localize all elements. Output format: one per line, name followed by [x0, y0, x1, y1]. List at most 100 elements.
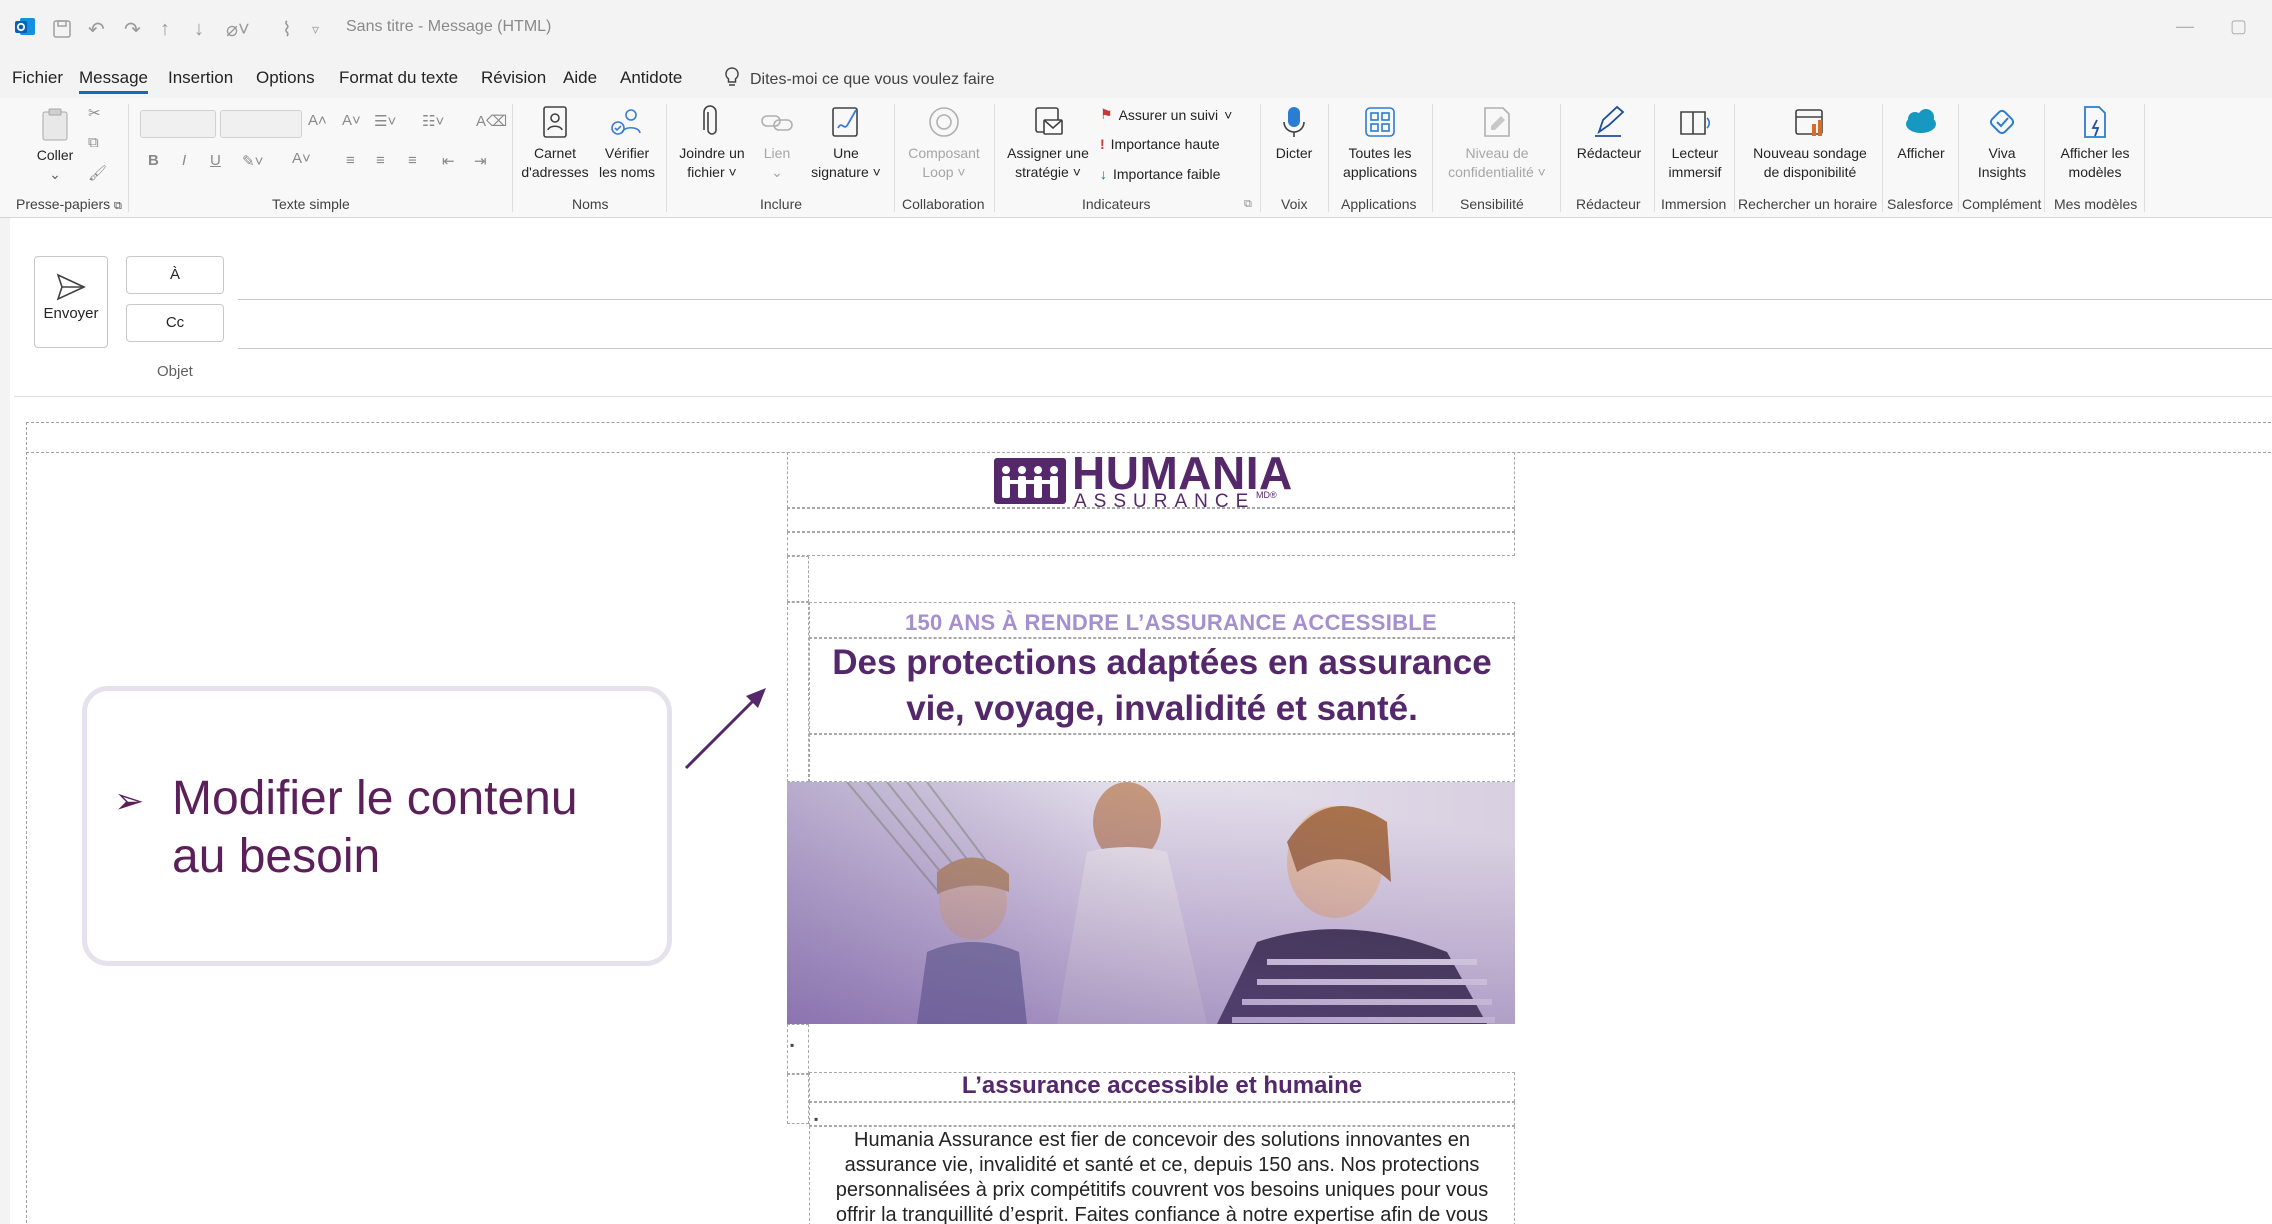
align-left-icon[interactable]: ≡ — [346, 152, 355, 169]
format-painter-icon[interactable]: 🖌 — [88, 164, 107, 182]
tags-dialog-launcher-icon[interactable]: ⧉ — [1244, 198, 1252, 211]
signature-icon — [832, 107, 858, 137]
tab-options[interactable]: Options — [256, 68, 315, 88]
paperclip-icon[interactable]: ⌇ — [282, 16, 292, 42]
tab-revision[interactable]: Révision — [481, 68, 546, 88]
group-label-tags: Indicateurs — [1082, 196, 1151, 212]
attach-dropdown-icon[interactable]: ⌀˅ — [226, 16, 250, 42]
loop-component-button[interactable]: Composant Loop ˅ — [900, 104, 988, 182]
check-names-button[interactable]: Vérifier les noms — [592, 104, 662, 182]
tab-insertion[interactable]: Insertion — [168, 68, 233, 88]
undo-icon[interactable]: ↶ — [88, 16, 105, 42]
paperclip-icon — [703, 105, 717, 135]
bold-icon[interactable]: B — [148, 152, 159, 169]
loop-icon — [929, 107, 959, 137]
copy-icon[interactable]: ⧉ — [88, 134, 99, 151]
paste-chevron-icon: ⌄ — [49, 166, 61, 182]
numbering-icon[interactable]: ☷˅ — [422, 112, 444, 130]
sensitivity-button[interactable]: Niveau de confidentialité ˅ — [1438, 104, 1556, 182]
group-label-voice: Voix — [1281, 196, 1308, 212]
tab-message[interactable]: Message — [79, 68, 148, 94]
to-button[interactable]: À — [126, 256, 224, 294]
underline-icon[interactable]: U — [210, 152, 221, 169]
send-label: Envoyer — [43, 305, 99, 322]
tab-antidote[interactable]: Antidote — [620, 68, 682, 88]
decrease-indent-icon[interactable]: ⇤ — [442, 152, 455, 170]
outlook-logo-icon — [14, 14, 36, 40]
humania-logo-mark-icon — [994, 458, 1066, 504]
group-label-basic-text: Texte simple — [272, 196, 350, 212]
grow-font-icon[interactable]: A˄ — [308, 112, 327, 129]
spacer-cell — [787, 1074, 809, 1124]
tell-me-search[interactable]: Dites-moi ce que vous voulez faire — [724, 67, 995, 92]
maximize-icon[interactable]: ▢ — [2230, 16, 2247, 37]
scheduling-poll-button[interactable]: Nouveau sondage de disponibilité — [1740, 104, 1880, 182]
to-field[interactable] — [238, 299, 2272, 300]
redo-icon[interactable]: ↷ — [124, 16, 141, 42]
address-book-button[interactable]: Carnet d'adresses — [518, 104, 592, 182]
instruction-callout-text: Modifier le contenu au besoin — [172, 772, 578, 883]
customize-toolbar-icon[interactable]: ▿ — [312, 16, 319, 42]
view-templates-button[interactable]: Afficher les modèles — [2048, 104, 2142, 182]
salesforce-show-button[interactable]: Afficher — [1886, 104, 1956, 163]
signature-button[interactable]: Une signature ˅ — [802, 104, 890, 182]
immersive-reader-icon — [1680, 111, 1711, 135]
send-button[interactable]: Envoyer — [34, 256, 108, 348]
sensitivity-icon — [1484, 107, 1510, 137]
follow-up-button[interactable]: ⚑ Assurer un suivi ˅ — [1100, 106, 1232, 123]
cc-button[interactable]: Cc — [126, 304, 224, 342]
body-paragraph[interactable]: Humania Assurance est fier de concevoir … — [814, 1128, 1510, 1224]
low-importance-button[interactable]: ↓ Importance faible — [1100, 166, 1220, 182]
group-label-include: Inclure — [760, 196, 803, 212]
callout-pointer-arrow-icon — [684, 688, 766, 770]
align-right-icon[interactable]: ≡ — [408, 152, 417, 169]
align-center-icon[interactable]: ≡ — [376, 152, 385, 169]
tab-aide[interactable]: Aide — [563, 68, 597, 88]
arrow-up-icon[interactable]: ↑ — [160, 16, 170, 42]
tab-format-du-texte[interactable]: Format du texte — [339, 68, 458, 88]
dialog-launcher-icon: ⧉ — [114, 200, 122, 212]
cut-icon[interactable]: ✂ — [88, 104, 101, 122]
highlight-icon[interactable]: ✎˅ — [242, 152, 263, 170]
arrow-down-icon[interactable]: ↓ — [194, 16, 204, 42]
family-photo-image — [787, 782, 1515, 1024]
group-label-clipboard: Presse-papiers ⧉ — [16, 196, 122, 212]
assign-policy-button[interactable]: Assigner une stratégie ˅ — [1000, 104, 1096, 182]
microphone-icon — [1283, 107, 1305, 137]
save-icon[interactable] — [52, 16, 72, 42]
header-separator — [14, 396, 2272, 397]
tab-fichier[interactable]: Fichier — [12, 68, 63, 88]
font-size-combo[interactable] — [220, 110, 302, 138]
increase-indent-icon[interactable]: ⇥ — [474, 152, 487, 170]
shrink-font-icon[interactable]: A˅ — [342, 112, 361, 129]
clear-formatting-icon[interactable]: A⌫ — [476, 112, 507, 130]
humania-logo — [994, 454, 1066, 511]
tell-me-text: Dites-moi ce que vous voulez faire — [750, 70, 995, 88]
all-apps-button[interactable]: Toutes les applications — [1334, 104, 1426, 182]
bullets-icon[interactable]: ☰˅ — [374, 112, 396, 130]
attach-file-button[interactable]: Joindre un fichier ˅ — [672, 104, 752, 182]
spacer-cell — [787, 532, 1515, 556]
editor-pen-icon — [1595, 105, 1625, 137]
group-label-salesforce: Salesforce — [1887, 196, 1954, 212]
link-button[interactable]: Lien ⌄ — [752, 104, 802, 182]
group-label-addin: Complément — [1962, 196, 2042, 212]
italic-icon[interactable]: I — [182, 152, 186, 169]
empty-paragraph-mark: ▪ — [790, 1038, 795, 1052]
font-color-icon[interactable]: A˅ — [292, 150, 311, 167]
high-importance-button[interactable]: ! Importance haute — [1100, 136, 1220, 152]
spacer-cell — [787, 556, 809, 602]
font-name-combo[interactable] — [140, 110, 216, 138]
immersive-reader-button[interactable]: Lecteur immersif — [1660, 104, 1730, 182]
title-bar: ↶ ↷ ↑ ↓ ⌀˅ ⌇ ▿ Sans titre - Message (HTM… — [0, 0, 2272, 58]
window-title: Sans titre - Message (HTML) — [346, 18, 552, 35]
headline: Des protections adaptées en assurance vi… — [832, 643, 1492, 728]
group-label-sensitivity: Sensibilité — [1460, 196, 1524, 212]
clipboard-icon — [42, 108, 68, 141]
editor-button[interactable]: Rédacteur — [1566, 104, 1652, 163]
minimize-icon[interactable]: — — [2176, 16, 2194, 37]
cc-field[interactable] — [238, 348, 2272, 349]
paste-button[interactable]: Coller ⌄ — [30, 106, 80, 184]
viva-insights-button[interactable]: Viva Insights — [1964, 104, 2040, 182]
dictate-button[interactable]: Dicter — [1266, 104, 1322, 163]
